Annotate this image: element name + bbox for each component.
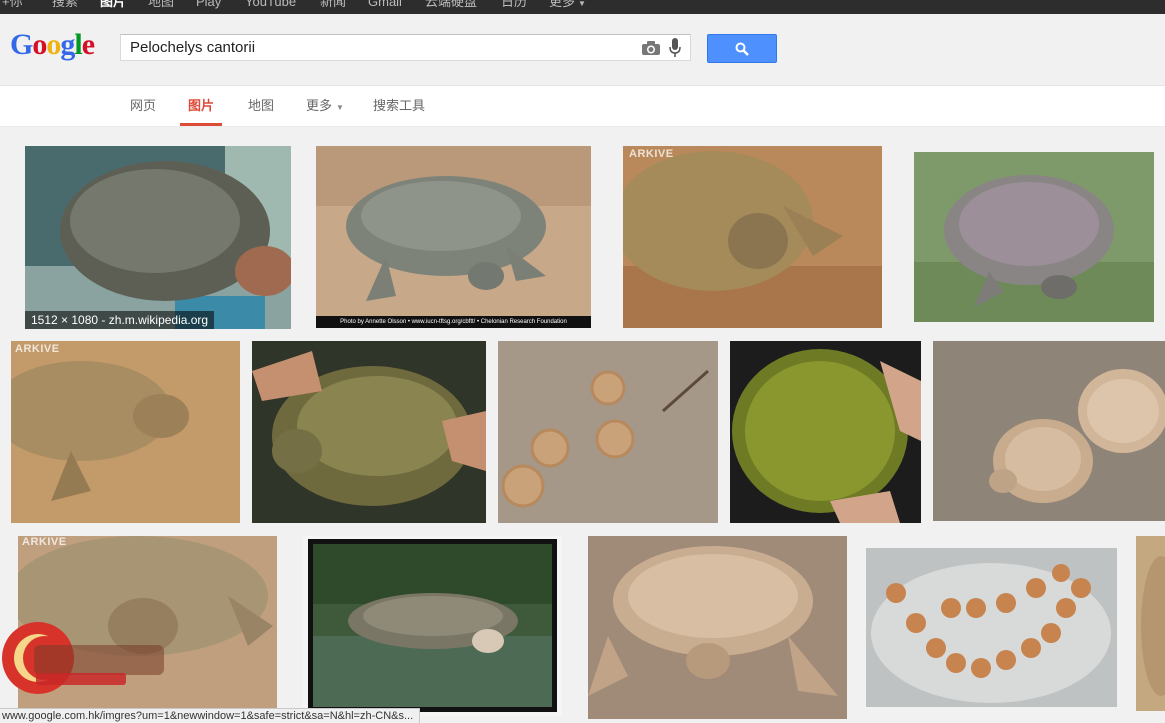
tab-search-tools[interactable]: 搜索工具 [373, 86, 425, 126]
turtle-photo [866, 548, 1117, 707]
search-button[interactable] [707, 34, 777, 63]
tab-images[interactable]: 图片 [179, 86, 223, 126]
google-logo[interactable]: Google [10, 28, 95, 62]
turtle-photo [933, 341, 1165, 521]
tab-maps[interactable]: 地图 [248, 86, 274, 126]
image-info-overlay: 1512 × 1080 - zh.m.wikipedia.org [25, 311, 215, 329]
turtle-photo [623, 146, 882, 328]
topbar-item-play[interactable]: Play [196, 0, 221, 10]
topbar-item-gmail[interactable]: Gmail [368, 0, 402, 10]
turtle-photo [730, 341, 921, 523]
top-navigation-bar: +你 搜索 图片 地图 Play YouTube 新闻 Gmail 云端硬盘 日… [0, 0, 1165, 14]
topbar-item-calendar[interactable]: 日历 [501, 0, 527, 10]
image-result[interactable] [1136, 536, 1165, 711]
topbar-item-more[interactable]: 更多 ▼ [549, 0, 586, 12]
image-result[interactable] [730, 341, 921, 523]
topbar-item-maps[interactable]: 地图 [148, 0, 174, 10]
turtle-photo [914, 152, 1154, 322]
microphone-icon[interactable] [669, 38, 681, 58]
turtle-photo [308, 539, 557, 712]
logo-letter: e [81, 28, 95, 61]
photo-credit: Photo by Annette Olsson • www.iucn-tftsg… [316, 316, 591, 328]
turtle-photo [498, 341, 718, 523]
chevron-down-icon: ▼ [578, 0, 586, 8]
topbar-more-label: 更多 [549, 0, 576, 9]
topbar-item-search[interactable]: 搜索 [52, 0, 78, 10]
search-header: Google [0, 14, 1165, 86]
search-icon [735, 42, 749, 56]
turtle-photo [252, 341, 486, 523]
tab-more-label: 更多 [306, 98, 333, 113]
logo-letter: l [74, 28, 82, 61]
logo-letter: G [10, 28, 33, 61]
turtle-photo [11, 341, 240, 523]
tab-web[interactable]: 网页 [130, 86, 156, 126]
status-url-bar: www.google.com.hk/imgres?um=1&newwindow=… [0, 708, 421, 723]
search-input[interactable] [121, 35, 640, 60]
image-result[interactable]: ARKIVE [11, 341, 240, 523]
image-result[interactable] [588, 536, 847, 719]
topbar-item-drive[interactable]: 云端硬盘 [425, 0, 477, 10]
logo-letter: o [32, 28, 47, 61]
image-result[interactable] [252, 341, 486, 523]
search-tabs: 网页 图片 地图 更多 ▼ 搜索工具 [0, 86, 1165, 127]
turtle-photo [588, 536, 847, 719]
topbar-item-news[interactable]: 新闻 [320, 0, 346, 10]
tab-more[interactable]: 更多 ▼ [306, 86, 344, 126]
image-result[interactable] [866, 548, 1117, 707]
image-result[interactable] [303, 536, 562, 716]
topbar-item-youtube[interactable]: YouTube [245, 0, 296, 10]
logo-letter: g [60, 28, 75, 61]
image-result[interactable] [933, 341, 1165, 521]
site-watermark-logo [2, 622, 164, 694]
topbar-item-images[interactable]: 图片 [100, 0, 126, 10]
image-result[interactable]: ARKIVE [623, 146, 882, 328]
search-box [120, 34, 691, 61]
turtle-photo [316, 146, 591, 328]
image-result[interactable]: 1512 × 1080 - zh.m.wikipedia.org [25, 146, 291, 329]
arkive-watermark: ARKIVE [22, 536, 67, 548]
chevron-down-icon: ▼ [336, 103, 344, 112]
turtle-photo [25, 146, 291, 329]
turtle-photo [1136, 536, 1165, 711]
image-result[interactable] [914, 152, 1154, 322]
image-result[interactable]: Photo by Annette Olsson • www.iucn-tftsg… [316, 146, 591, 328]
camera-icon[interactable] [641, 40, 661, 56]
logo-letter: o [46, 28, 61, 61]
arkive-watermark: ARKIVE [15, 343, 60, 355]
arkive-watermark: ARKIVE [629, 148, 674, 160]
topbar-item-plus-you[interactable]: +你 [2, 0, 23, 10]
image-result[interactable] [498, 341, 718, 523]
